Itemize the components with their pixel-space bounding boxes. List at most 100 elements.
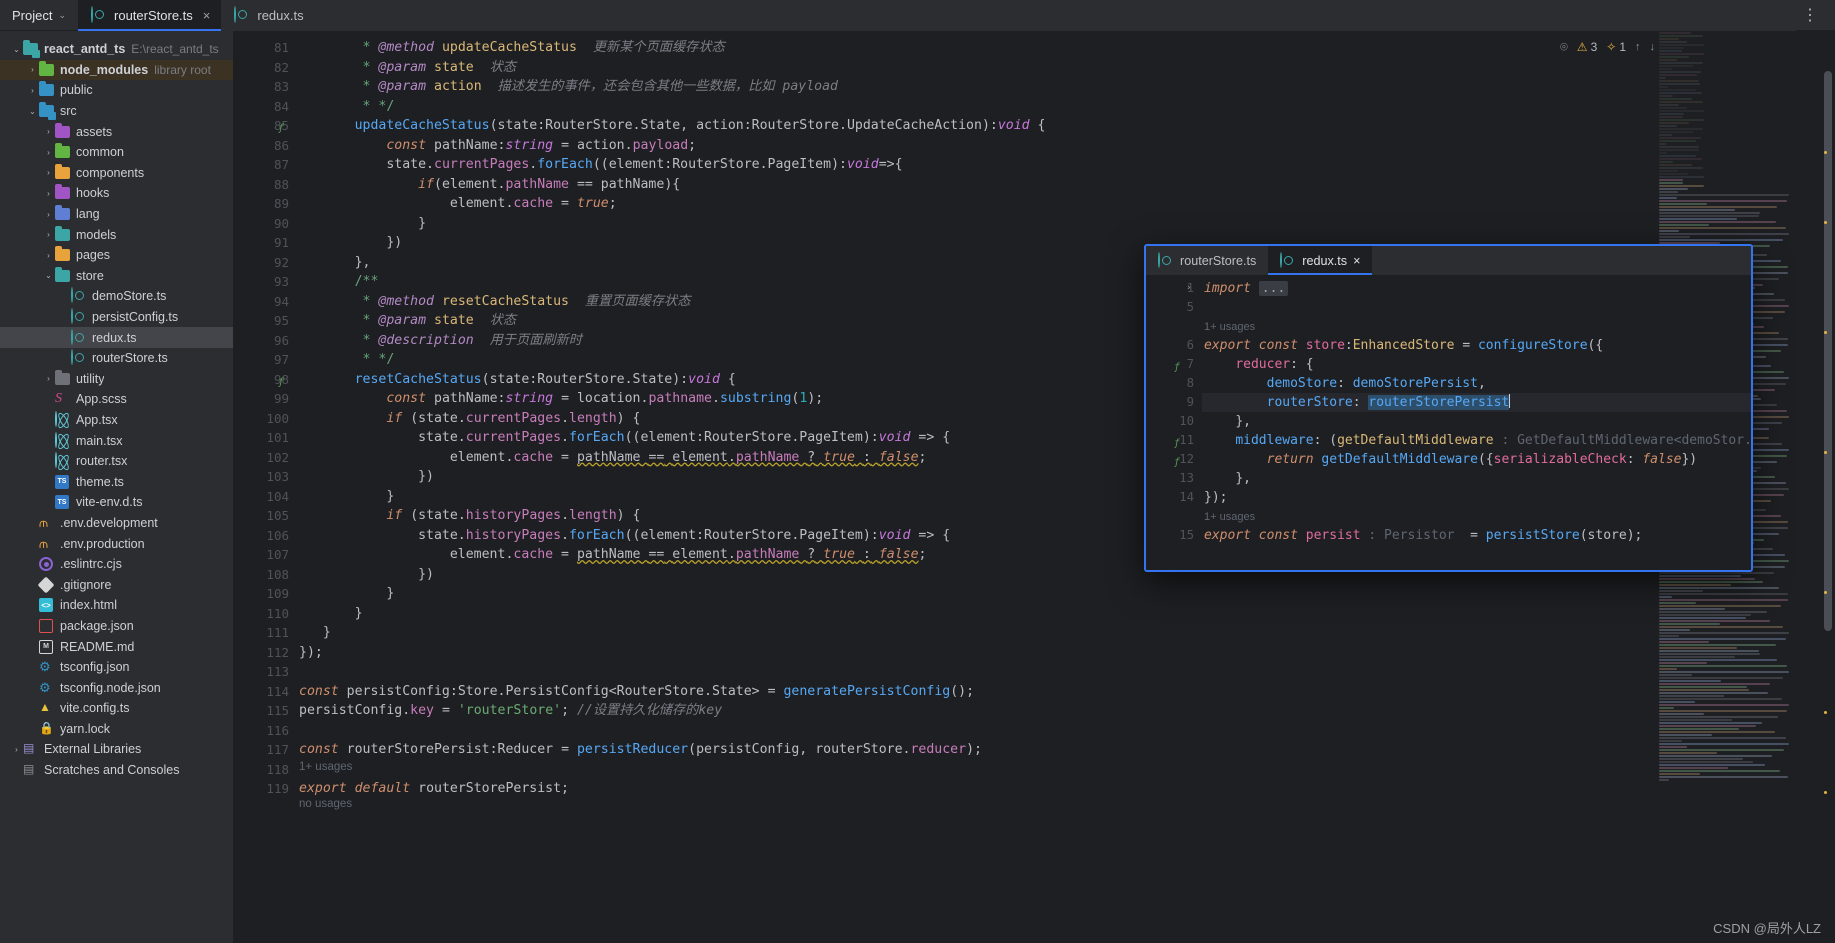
gutter-line-number[interactable]: 89 [233, 194, 295, 214]
code-line[interactable]: persistConfig.key = 'routerStore'; //设置持… [295, 701, 1835, 721]
weak-warning-count-item[interactable]: ✧ 1 [1606, 40, 1626, 54]
sidebar-item-redux-ts[interactable]: › redux.ts [0, 327, 233, 348]
gutter-line-number[interactable]: 105 [233, 506, 295, 526]
popup-gutter-line-number[interactable]: 15 [1146, 526, 1202, 545]
sidebar-item-vite-config-ts[interactable]: ›▲ vite.config.ts [0, 698, 233, 719]
gutter-line-number[interactable]: 88 [233, 175, 295, 195]
sidebar-item-scratches-and-consoles[interactable]: ›▤ Scratches and Consoles [0, 760, 233, 781]
sidebar-item-react_antd_ts[interactable]: ⌄ react_antd_ts E:\react_antd_ts [0, 39, 233, 60]
chevron-right-icon[interactable]: › [42, 374, 55, 383]
editor-tab-redux-ts[interactable]: redux.ts [221, 0, 314, 31]
project-menu-button[interactable]: Project ⌄ [0, 0, 78, 31]
popup-gutter-line-number[interactable]: 13 [1146, 469, 1202, 488]
gutter-line-number[interactable]: 103 [233, 467, 295, 487]
popup-gutter-line-number[interactable]: 1 › [1146, 279, 1202, 298]
popup-tab-redux-ts[interactable]: redux.ts × [1268, 246, 1373, 275]
chevron-right-icon[interactable]: › [42, 251, 55, 260]
popup-code-line[interactable]: import ... [1202, 279, 1751, 298]
sidebar-item-store[interactable]: ⌄ store [0, 266, 233, 287]
sidebar-item--env-production[interactable]: ›⫙ .env.production [0, 533, 233, 554]
sidebar-item-public[interactable]: › public [0, 80, 233, 101]
code-line[interactable] [295, 662, 1835, 682]
code-editor[interactable]: 81 82 83 84 85 ƒ 86 87 88 89 90 91 92 93 94 95 96 97 98 ƒ 99… [233, 31, 1835, 943]
sidebar-item-src[interactable]: ⌄ src [0, 101, 233, 122]
popup-code-line[interactable]: }, [1202, 469, 1751, 488]
chevron-right-icon[interactable]: › [42, 189, 55, 198]
sidebar-item-vite-env-d-ts[interactable]: ›TS vite-env.d.ts [0, 492, 233, 513]
popup-gutter-line-number[interactable]: 6 [1146, 336, 1202, 355]
popup-gutter-line-number[interactable]: 11 ƒ [1146, 431, 1202, 450]
popup-code-line[interactable]: }); [1202, 488, 1751, 507]
gutter-line-number[interactable]: 95 [233, 311, 295, 331]
sidebar-item-router-tsx[interactable]: › router.tsx [0, 451, 233, 472]
usage-hint-1-plus[interactable]: 1+ usages [299, 761, 352, 773]
sidebar-item-routerstore-ts[interactable]: › routerStore.ts [0, 348, 233, 369]
sidebar-item-app-scss[interactable]: ›S App.scss [0, 389, 233, 410]
chevron-right-icon[interactable]: › [42, 230, 55, 239]
popup-gutter-line-number[interactable] [1146, 507, 1202, 526]
sidebar-item-readme-md[interactable]: ›M README.md [0, 636, 233, 657]
sidebar-item-package-json[interactable]: › package.json [0, 616, 233, 637]
code-line[interactable]: const routerStorePersist:Reducer = persi… [295, 740, 1835, 760]
chevron-right-icon[interactable]: › [42, 210, 55, 219]
gutter-line-number[interactable]: 108 [233, 565, 295, 585]
sidebar-item-main-tsx[interactable]: › main.tsx [0, 430, 233, 451]
gutter-line-number[interactable]: 106 [233, 526, 295, 546]
sidebar-item-pages[interactable]: › pages [0, 245, 233, 266]
inspection-widget[interactable]: ⌾ ⚠ 3 ✧ 1 ↑ ↓ [1560, 39, 1655, 55]
gutter-line-number[interactable]: 118 [233, 760, 295, 780]
gutter-line-number[interactable]: 99 [233, 389, 295, 409]
code-line[interactable]: }); [295, 643, 1835, 663]
sidebar-item-utility[interactable]: › utility [0, 369, 233, 390]
code-line[interactable]: const persistConfig:Store.PersistConfig<… [295, 682, 1835, 702]
sidebar-item-assets[interactable]: › assets [0, 121, 233, 142]
chevron-right-icon[interactable]: › [10, 745, 23, 754]
gutter-line-number[interactable]: 92 [233, 253, 295, 273]
gutter-line-number[interactable]: 111 [233, 623, 295, 643]
popup-code-line[interactable]: reducer: { [1202, 355, 1751, 374]
popup-gutter-line-number[interactable]: 12 ƒ [1146, 450, 1202, 469]
chevron-right-icon[interactable]: › [26, 86, 39, 95]
sidebar-item-lang[interactable]: › lang [0, 204, 233, 225]
sidebar-item-models[interactable]: › models [0, 224, 233, 245]
gutter-line-number[interactable]: 101 [233, 428, 295, 448]
sidebar-item-demostore-ts[interactable]: › demoStore.ts [0, 286, 233, 307]
code-line[interactable]: } [295, 214, 1835, 234]
gutter-line-number[interactable]: 98 ƒ [233, 370, 295, 390]
popup-code-area[interactable]: import ... 1+ usages export const store:E… [1202, 275, 1751, 570]
method-marker-icon[interactable]: ƒ [271, 373, 284, 388]
chevron-right-icon[interactable]: › [42, 148, 55, 157]
next-problem-icon[interactable]: ↓ [1650, 41, 1656, 53]
project-tree-sidebar[interactable]: ⌄ react_antd_ts E:\react_antd_ts › node_modu… [0, 31, 233, 943]
editor-gutter[interactable]: 81 82 83 84 85 ƒ 86 87 88 89 90 91 92 93 94 95 96 97 98 ƒ 99… [233, 31, 295, 943]
popup-gutter-line-number[interactable]: 7ƒ [1146, 355, 1202, 374]
sidebar-item-persistconfig-ts[interactable]: › persistConfig.ts [0, 307, 233, 328]
code-line[interactable]: export default routerStorePersist; [295, 779, 1835, 799]
gutter-line-number[interactable]: 109 [233, 584, 295, 604]
sidebar-item-tsconfig-node-json[interactable]: ›⚙ tsconfig.node.json [0, 677, 233, 698]
gutter-line-number[interactable]: 117 [233, 740, 295, 760]
editor-tab-routerstore-ts[interactable]: routerStore.ts × [78, 0, 222, 31]
sidebar-item-common[interactable]: › common [0, 142, 233, 163]
fold-expand-icon[interactable]: › [1186, 279, 1191, 298]
code-line[interactable]: * */ [295, 97, 1835, 117]
code-line[interactable]: } [295, 604, 1835, 624]
gutter-line-number[interactable]: 94 [233, 292, 295, 312]
code-line[interactable]: if(element.pathName == pathName){ [295, 175, 1835, 195]
scrollbar-thumb[interactable] [1824, 71, 1832, 631]
popup-code-line[interactable]: 1+ usages [1202, 317, 1751, 336]
chevron-right-icon[interactable]: › [42, 127, 55, 136]
gutter-line-number[interactable]: 114 [233, 682, 295, 702]
gutter-line-number[interactable]: 87 [233, 155, 295, 175]
popup-code-line[interactable]: demoStore: demoStorePersist, [1202, 374, 1751, 393]
inspection-eye-icon[interactable]: ⌾ [1560, 39, 1568, 55]
gutter-line-number[interactable]: 82 [233, 58, 295, 78]
code-line[interactable]: } [295, 623, 1835, 643]
popup-tab-routerstore-ts[interactable]: routerStore.ts [1146, 246, 1268, 275]
sidebar-item-theme-ts[interactable]: ›TS theme.ts [0, 471, 233, 492]
popup-gutter-line-number[interactable] [1146, 317, 1202, 336]
sidebar-item--gitignore[interactable]: ›.gitignore [0, 574, 233, 595]
floating-editor-popup[interactable]: routerStore.ts redux.ts × 1 › 5 6 7 ƒ 8 9 10 11 ƒ 12 ƒ… [1144, 244, 1753, 572]
sidebar-item--eslintrc-cjs[interactable]: › .eslintrc.cjs [0, 554, 233, 575]
popup-gutter-line-number[interactable]: 9 [1146, 393, 1202, 412]
